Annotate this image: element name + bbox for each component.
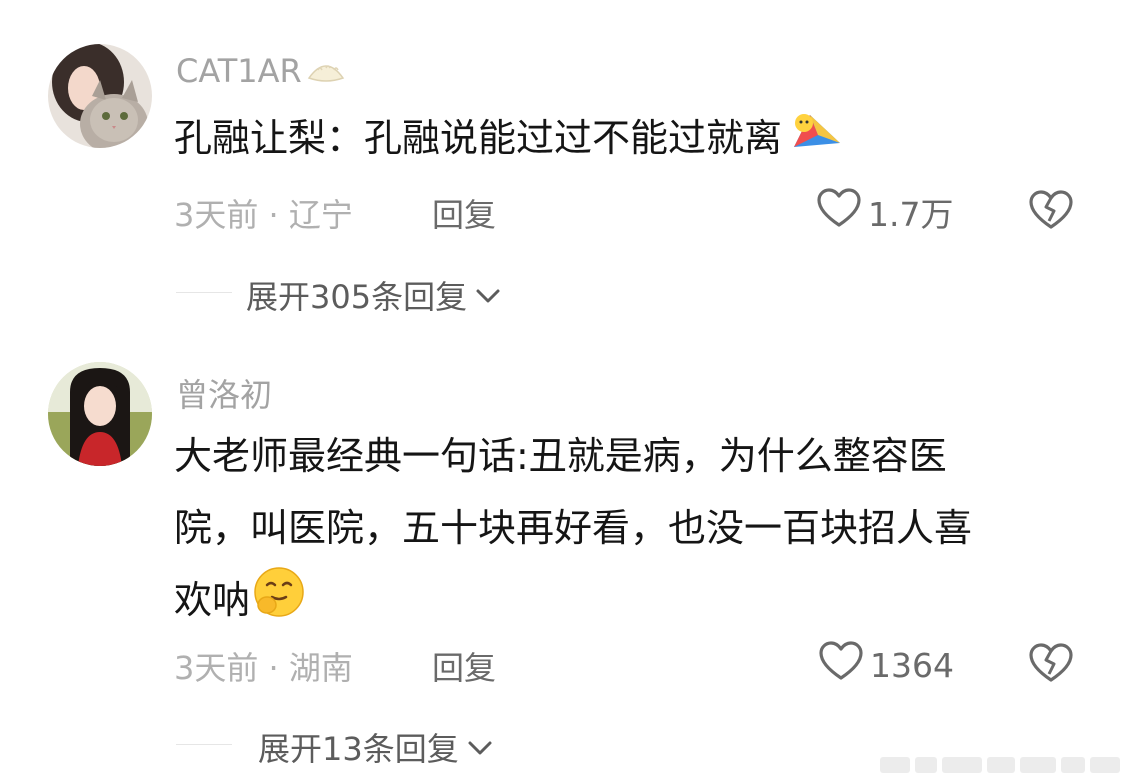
expand-replies-button[interactable]: 展开13条回复: [258, 724, 493, 770]
like-count: 1.7万: [868, 195, 954, 234]
chevron-down-icon: [467, 728, 493, 766]
comment-meta: 3天前 · 辽宁: [174, 196, 353, 234]
dumpling-emoji-icon: [306, 54, 346, 92]
avatar[interactable]: [48, 362, 152, 466]
comment-text-line: 院，叫医院，五十块再好看，也没一百块招人喜: [174, 506, 973, 550]
like-button[interactable]: 1.7万: [816, 187, 953, 237]
comment-text-line: 欢呐: [174, 564, 1074, 642]
avatar[interactable]: [48, 44, 152, 148]
dislike-button[interactable]: [1028, 189, 1074, 235]
dislike-button[interactable]: [1028, 642, 1074, 688]
comment-text-body: 孔融让梨：孔融说能过过不能过就离: [174, 116, 783, 160]
watermark: [880, 757, 1120, 773]
comment-text: 大老师最经典一句话:丑就是病，为什么整容医 院，叫医院，五十块再好看，也没一百块…: [174, 420, 1074, 642]
like-count: 1364: [870, 645, 954, 685]
comment-meta: 3天前 · 湖南: [174, 649, 353, 687]
username-text: CAT1AR: [176, 52, 302, 90]
chevron-down-icon: [475, 276, 501, 314]
like-button[interactable]: 1364: [818, 640, 954, 690]
kite-emoji-icon: [784, 107, 842, 180]
comment-text: 孔融让梨：孔融说能过过不能过就离: [174, 102, 1074, 180]
broken-heart-icon: [1028, 190, 1074, 235]
heart-outline-icon: [816, 187, 862, 237]
username[interactable]: 曾洛初: [176, 370, 272, 416]
username-text: 曾洛初: [176, 376, 273, 414]
heart-outline-icon: [818, 640, 864, 690]
broken-heart-icon: [1028, 643, 1074, 688]
reply-button[interactable]: 回复: [432, 643, 496, 689]
divider: [176, 292, 232, 293]
shy-smile-emoji-icon: [252, 565, 306, 642]
reply-button[interactable]: 回复: [432, 190, 496, 236]
username[interactable]: CAT1AR: [176, 52, 346, 92]
divider: [176, 744, 232, 745]
expand-replies-button[interactable]: 展开305条回复: [246, 272, 501, 318]
comment-text-line: 大老师最经典一句话:丑就是病，为什么整容医: [174, 434, 947, 478]
